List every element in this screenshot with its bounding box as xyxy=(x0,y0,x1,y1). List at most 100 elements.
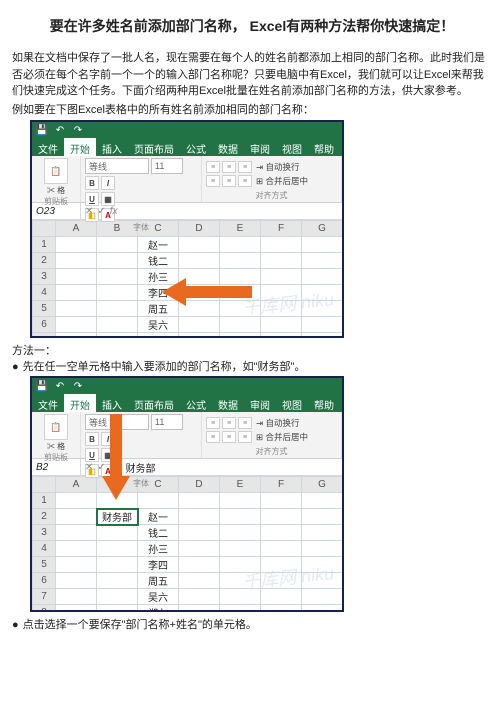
tab-data[interactable]: 数据 xyxy=(212,138,244,156)
underline-button[interactable]: U xyxy=(85,448,99,462)
formula-input[interactable]: 财务部 xyxy=(122,460,342,475)
border-button[interactable]: ▦ xyxy=(101,192,115,206)
row-header[interactable]: 3 xyxy=(33,525,56,541)
tab-formula[interactable]: 公式 xyxy=(180,394,212,412)
cell[interactable]: 吴六 xyxy=(138,317,179,333)
tab-insert[interactable]: 插入 xyxy=(96,138,128,156)
tab-data[interactable]: 数据 xyxy=(212,394,244,412)
bold-button[interactable]: B xyxy=(85,176,99,190)
align-bottom-icon[interactable]: ≡ xyxy=(238,161,252,173)
align-right-icon[interactable]: ≡ xyxy=(238,175,252,187)
cell[interactable]: 郑七 xyxy=(138,605,179,613)
align-middle-icon[interactable]: ≡ xyxy=(222,161,236,173)
col-header[interactable]: F xyxy=(261,477,302,493)
tab-help[interactable]: 帮助 xyxy=(308,394,340,412)
paste-button[interactable]: 📋 xyxy=(44,158,68,184)
underline-button[interactable]: U xyxy=(85,192,99,206)
row-header[interactable]: 5 xyxy=(33,301,56,317)
merge-center-button[interactable]: ⊞ 合并后居中 xyxy=(256,175,308,187)
cell[interactable]: 李四 xyxy=(138,557,179,573)
format-painter[interactable]: ✂ 格 xyxy=(47,185,65,196)
cell[interactable]: 郑七 xyxy=(138,333,179,339)
row-header[interactable]: 2 xyxy=(33,509,56,525)
tab-insert[interactable]: 插入 xyxy=(96,394,128,412)
font-size-dropdown[interactable]: 11 xyxy=(151,414,183,430)
format-painter[interactable]: ✂ 格 xyxy=(47,441,65,452)
wrap-text-button[interactable]: ⇥ 自动换行 xyxy=(256,417,308,429)
spreadsheet-grid-2[interactable]: A B C D E F G 1 2财务部赵一 3钱二 4孙三 5李四 6周五 7… xyxy=(32,476,343,612)
fx-cancel-icon[interactable]: ✕ xyxy=(85,206,93,217)
cell[interactable]: 孙三 xyxy=(138,269,179,285)
font-name-dropdown[interactable]: 等线 xyxy=(85,158,149,174)
row-header[interactable]: 4 xyxy=(33,285,56,301)
tab-view[interactable]: 视图 xyxy=(276,138,308,156)
italic-button[interactable]: I xyxy=(101,176,115,190)
tab-tellme[interactable]: 操作说明搜 xyxy=(340,138,344,156)
fx-icon[interactable]: fx xyxy=(110,462,118,473)
cell[interactable]: 钱二 xyxy=(138,253,179,269)
tab-help[interactable]: 帮助 xyxy=(308,138,340,156)
col-header[interactable]: E xyxy=(220,221,261,237)
fx-confirm-icon[interactable]: ✓ xyxy=(97,206,105,217)
row-header[interactable]: 6 xyxy=(33,573,56,589)
row-header[interactable]: 8 xyxy=(33,605,56,613)
tab-file[interactable]: 文件 xyxy=(32,138,64,156)
row-header[interactable]: 1 xyxy=(33,493,56,509)
align-center-icon[interactable]: ≡ xyxy=(222,431,236,443)
save-icon[interactable]: 💾 xyxy=(36,380,48,392)
row-header[interactable]: 2 xyxy=(33,253,56,269)
redo-icon[interactable]: ↷ xyxy=(72,380,84,392)
row-header[interactable]: 3 xyxy=(33,269,56,285)
tab-tellme[interactable]: 操作说明搜 xyxy=(340,394,344,412)
row-header[interactable]: 1 xyxy=(33,237,56,253)
name-box[interactable]: B2 xyxy=(32,459,81,475)
cell[interactable]: 吴六 xyxy=(138,589,179,605)
tab-review[interactable]: 审阅 xyxy=(244,138,276,156)
select-all-corner[interactable] xyxy=(33,221,56,237)
selected-cell[interactable]: 财务部 xyxy=(97,509,138,525)
cell[interactable]: 周五 xyxy=(138,573,179,589)
row-header[interactable]: 7 xyxy=(33,589,56,605)
tab-formula[interactable]: 公式 xyxy=(180,138,212,156)
spreadsheet-grid-1[interactable]: A B C D E F G 1赵一 2钱二 3孙三 4李四 5周五 6吴六 7郑… xyxy=(32,220,343,338)
align-middle-icon[interactable]: ≡ xyxy=(222,417,236,429)
italic-button[interactable]: I xyxy=(101,432,115,446)
row-header[interactable]: 6 xyxy=(33,317,56,333)
tab-file[interactable]: 文件 xyxy=(32,394,64,412)
tab-layout[interactable]: 页面布局 xyxy=(128,138,180,156)
tab-home[interactable]: 开始 xyxy=(64,394,96,412)
tab-view[interactable]: 视图 xyxy=(276,394,308,412)
align-top-icon[interactable]: ≡ xyxy=(206,417,220,429)
undo-icon[interactable]: ↶ xyxy=(54,380,66,392)
cell[interactable]: 周五 xyxy=(138,301,179,317)
fx-cancel-icon[interactable]: ✕ xyxy=(85,462,93,473)
col-header[interactable]: E xyxy=(220,477,261,493)
tab-home[interactable]: 开始 xyxy=(64,138,96,156)
cell[interactable]: 钱二 xyxy=(138,525,179,541)
row-header[interactable]: 5 xyxy=(33,557,56,573)
cell[interactable]: 赵一 xyxy=(138,509,179,525)
merge-center-button[interactable]: ⊞ 合并后居中 xyxy=(256,431,308,443)
align-left-icon[interactable]: ≡ xyxy=(206,431,220,443)
col-header[interactable]: G xyxy=(302,477,343,493)
row-header[interactable]: 7 xyxy=(33,333,56,339)
align-bottom-icon[interactable]: ≡ xyxy=(238,417,252,429)
align-right-icon[interactable]: ≡ xyxy=(238,431,252,443)
border-button[interactable]: ▦ xyxy=(101,448,115,462)
fx-icon[interactable]: fx xyxy=(110,206,118,217)
select-all-corner[interactable] xyxy=(33,477,56,493)
save-icon[interactable]: 💾 xyxy=(36,124,48,136)
row-header[interactable]: 4 xyxy=(33,541,56,557)
tab-review[interactable]: 审阅 xyxy=(244,394,276,412)
cell[interactable]: 赵一 xyxy=(138,237,179,253)
align-center-icon[interactable]: ≡ xyxy=(222,175,236,187)
redo-icon[interactable]: ↷ xyxy=(72,124,84,136)
name-box[interactable]: O23 xyxy=(32,203,81,219)
wrap-text-button[interactable]: ⇥ 自动换行 xyxy=(256,161,308,173)
col-header[interactable]: F xyxy=(261,221,302,237)
undo-icon[interactable]: ↶ xyxy=(54,124,66,136)
cell[interactable]: 孙三 xyxy=(138,541,179,557)
align-top-icon[interactable]: ≡ xyxy=(206,161,220,173)
tab-layout[interactable]: 页面布局 xyxy=(128,394,180,412)
paste-button[interactable]: 📋 xyxy=(44,414,68,440)
